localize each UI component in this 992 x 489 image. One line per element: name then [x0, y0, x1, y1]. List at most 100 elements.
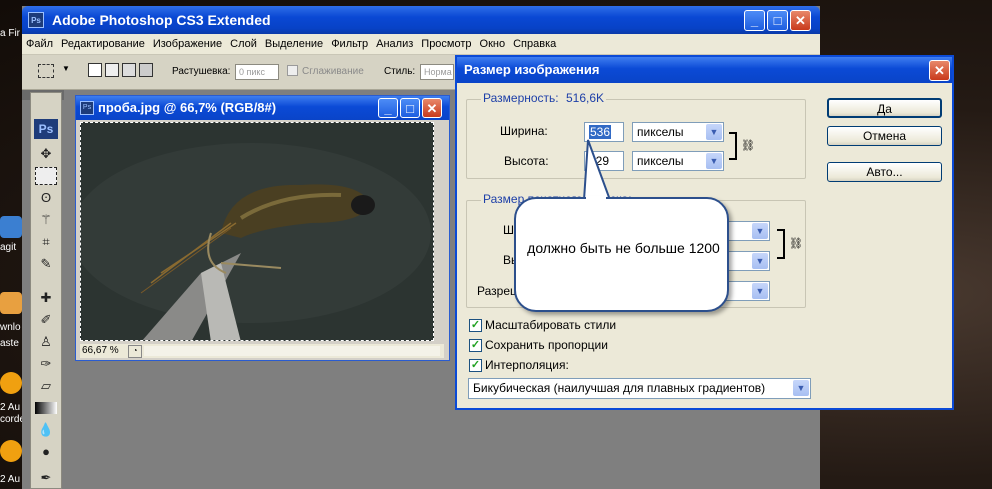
- scale-styles-checkbox[interactable]: ✓: [469, 319, 482, 332]
- marquee-tool-preset-icon[interactable]: [38, 64, 54, 78]
- horizontal-scrollbar[interactable]: [144, 346, 440, 356]
- interpolation-select[interactable]: Бикубическая (наилучшая для плавных град…: [468, 378, 811, 399]
- scale-styles-label[interactable]: Масштабировать стили: [485, 318, 616, 332]
- desktop-app-icon[interactable]: [0, 216, 22, 238]
- document-titlebar[interactable]: Ps проба.jpg @ 66,7% (RGB/8#) _ □ ✕: [76, 96, 449, 120]
- doc-minimize-button[interactable]: _: [378, 98, 398, 118]
- auto-button[interactable]: Авто...: [827, 162, 942, 182]
- height-unit-select[interactable]: пикселы ▼: [632, 151, 724, 171]
- menu-bar: Файл Редактирование Изображение Слой Выделен…: [22, 34, 820, 55]
- selection-subtract-icon[interactable]: [122, 63, 136, 77]
- resample-label[interactable]: Интерполяция:: [485, 358, 569, 372]
- desktop-label: 2 Au: [0, 402, 21, 413]
- pixel-dimensions-size: 516,6K: [565, 91, 605, 105]
- document-window: Ps проба.jpg @ 66,7% (RGB/8#) _ □ ✕ 66,6…: [75, 95, 450, 361]
- desktop-label: aste: [0, 338, 19, 349]
- ok-button[interactable]: Да: [827, 98, 942, 118]
- desktop-app-icon[interactable]: [0, 292, 22, 314]
- chevron-down-icon: ▼: [752, 283, 768, 299]
- resolution-unit-select[interactable]: ▼: [722, 281, 770, 301]
- menu-window[interactable]: Окно: [476, 34, 510, 54]
- pixel-dimensions-legend: Размерность: 516,6K: [481, 91, 607, 105]
- menu-select[interactable]: Выделение: [261, 34, 327, 54]
- clone-stamp-tool-icon[interactable]: ♙: [35, 333, 57, 351]
- gradient-tool-icon[interactable]: [35, 402, 57, 414]
- menu-view[interactable]: Просмотр: [417, 34, 475, 54]
- constrain-proportions-label[interactable]: Сохранить пропорции: [485, 338, 608, 352]
- callout-pointer-cover: [586, 196, 606, 202]
- fly-photo: [81, 123, 433, 340]
- menu-file[interactable]: Файл: [22, 34, 57, 54]
- feather-input[interactable]: 0 пикс: [235, 64, 279, 80]
- desktop-app-icon[interactable]: [0, 372, 22, 394]
- style-label: Стиль:: [384, 66, 416, 77]
- status-menu-icon[interactable]: ◔: [128, 345, 142, 358]
- print-width-unit-select[interactable]: ▼: [722, 221, 770, 241]
- brush-tool-icon[interactable]: ✐: [35, 311, 57, 329]
- antialias-checkbox[interactable]: [287, 65, 298, 76]
- move-tool-icon[interactable]: ✥: [35, 145, 57, 163]
- photoshop-titlebar[interactable]: Ps Adobe Photoshop CS3 Extended _ □ ✕: [22, 6, 820, 34]
- dialog-title: Размер изображения: [464, 62, 600, 77]
- chevron-down-icon: ▼: [793, 380, 809, 396]
- chevron-down-icon: ▼: [752, 223, 768, 239]
- pen-tool-icon[interactable]: ✒: [35, 469, 57, 487]
- menu-image[interactable]: Изображение: [149, 34, 226, 54]
- menu-filter[interactable]: Фильтр: [327, 34, 372, 54]
- cancel-button[interactable]: Отмена: [827, 126, 942, 146]
- magic-wand-tool-icon[interactable]: ⚚: [35, 211, 57, 229]
- constrain-proportions-checkbox[interactable]: ✓: [469, 339, 482, 352]
- desktop-icons: a Fir agit wnlo aste 2 Au corde 2 Au: [0, 0, 25, 489]
- dropdown-arrow-icon[interactable]: ▼: [62, 64, 70, 73]
- menu-layer[interactable]: Слой: [226, 34, 261, 54]
- healing-brush-tool-icon[interactable]: ✚: [35, 289, 57, 307]
- photoshop-app-icon: Ps: [28, 12, 44, 28]
- width-unit-select[interactable]: пикселы ▼: [632, 122, 724, 142]
- callout-text: должно быть не больше 1200: [527, 240, 720, 256]
- menu-analysis[interactable]: Анализ: [372, 34, 417, 54]
- chevron-down-icon: ▼: [752, 253, 768, 269]
- photoshop-logo: Ps: [34, 119, 58, 139]
- minimize-button[interactable]: _: [744, 10, 765, 31]
- dialog-close-button[interactable]: ✕: [929, 60, 950, 81]
- resample-checkbox[interactable]: ✓: [469, 359, 482, 372]
- dialog-titlebar[interactable]: Размер изображения ✕: [457, 57, 952, 83]
- doc-maximize-button[interactable]: □: [400, 98, 420, 118]
- interpolation-value: Бикубическая (наилучшая для плавных град…: [473, 381, 766, 395]
- window-title: Adobe Photoshop CS3 Extended: [52, 12, 271, 28]
- print-height-unit-select[interactable]: ▼: [722, 251, 770, 271]
- zoom-level[interactable]: 66,67 %: [82, 345, 119, 356]
- history-brush-tool-icon[interactable]: ✑: [35, 355, 57, 373]
- desktop-label: agit: [0, 242, 17, 253]
- close-button[interactable]: ✕: [790, 10, 811, 31]
- desktop-app-icon[interactable]: [0, 440, 22, 462]
- desktop-label: 2 Au: [0, 474, 21, 485]
- constrain-bracket: [729, 132, 737, 160]
- chevron-down-icon: ▼: [706, 153, 722, 169]
- selection-intersect-icon[interactable]: [139, 63, 153, 77]
- marquee-tool-icon[interactable]: [35, 167, 57, 185]
- style-select[interactable]: Норма: [420, 64, 454, 80]
- tools-panel: Ps ✥ ʘ ⚚ ⌗ ✎ ✚ ✐ ♙ ✑ ▱ 💧 ● ✒: [30, 92, 62, 489]
- height-unit-value: пикселы: [637, 154, 684, 168]
- menu-edit[interactable]: Редактирование: [57, 34, 149, 54]
- antialias-label: Сглаживание: [302, 66, 364, 77]
- print-constrain-bracket: [777, 229, 785, 259]
- document-icon: Ps: [80, 101, 94, 115]
- eraser-tool-icon[interactable]: ▱: [35, 377, 57, 395]
- maximize-button[interactable]: □: [767, 10, 788, 31]
- crop-tool-icon[interactable]: ⌗: [35, 233, 57, 251]
- callout-pointer: [582, 139, 612, 201]
- blur-tool-icon[interactable]: 💧: [35, 421, 57, 439]
- document-status-bar: 66,67 % ◔: [80, 344, 444, 358]
- menu-help[interactable]: Справка: [509, 34, 560, 54]
- lasso-tool-icon[interactable]: ʘ: [35, 189, 57, 207]
- eyedropper-tool-icon[interactable]: ✎: [35, 255, 57, 273]
- doc-close-button[interactable]: ✕: [422, 98, 442, 118]
- chain-link-icon: ⛓: [741, 140, 755, 152]
- chevron-down-icon: ▼: [706, 124, 722, 140]
- document-canvas[interactable]: [80, 122, 434, 341]
- dodge-tool-icon[interactable]: ●: [35, 443, 57, 461]
- selection-new-icon[interactable]: [88, 63, 102, 77]
- selection-add-icon[interactable]: [105, 63, 119, 77]
